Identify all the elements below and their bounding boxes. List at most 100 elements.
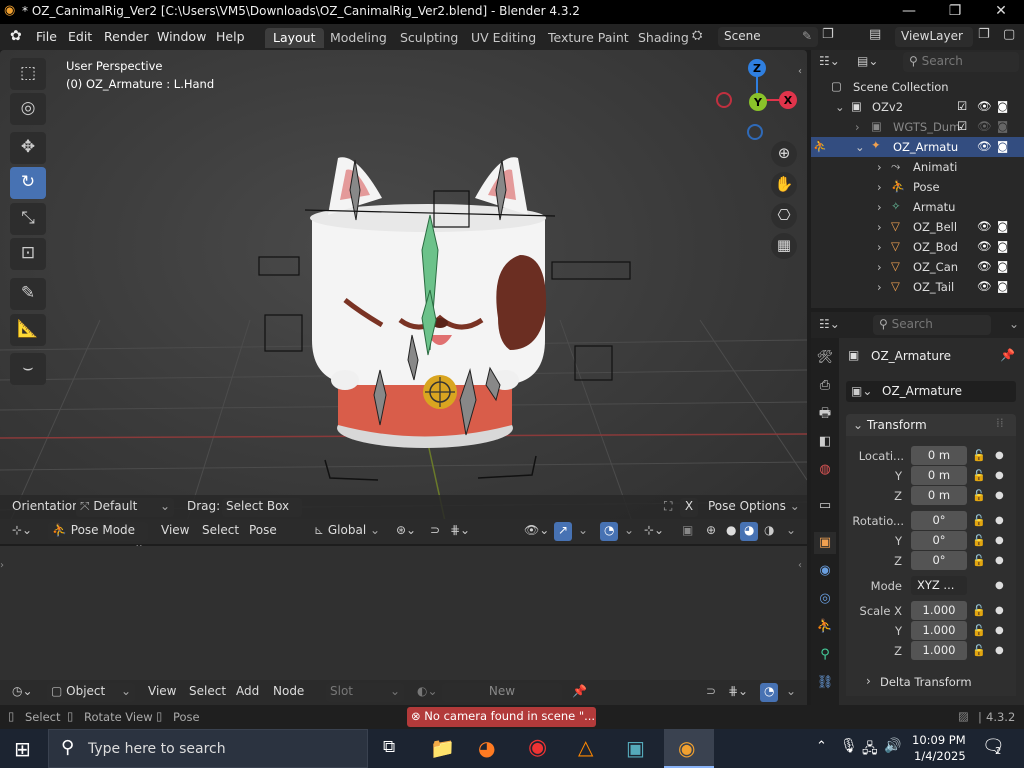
chevron-right-icon[interactable]: ›: [877, 160, 882, 174]
viewlayer-selector[interactable]: ViewLayer: [895, 27, 973, 47]
firefox-icon[interactable]: ◕: [478, 736, 495, 760]
chevron-down-icon[interactable]: ⌄: [620, 522, 638, 541]
lock-icon[interactable]: 🔓: [972, 514, 986, 527]
lock-icon[interactable]: 🔓: [972, 554, 986, 567]
rotation-mode-dropdown[interactable]: XYZ ... ⌄: [911, 576, 967, 611]
object-data-tab-icon[interactable]: ⛓: [814, 672, 836, 694]
chevron-down-icon[interactable]: ⌄: [835, 100, 845, 114]
keyframe-dot-icon[interactable]: ●: [995, 450, 1004, 461]
render-camera-icon[interactable]: ◙: [997, 119, 1008, 133]
xray-icon[interactable]: ▣: [678, 522, 697, 541]
lock-icon[interactable]: 🔓: [972, 624, 986, 637]
chevron-right-icon[interactable]: ›: [855, 120, 860, 134]
ortho-grid-icon[interactable]: ▦: [771, 233, 797, 259]
render-camera-icon[interactable]: ◙: [997, 219, 1008, 233]
tab-texture-paint[interactable]: Texture Paint: [540, 28, 637, 48]
eye-icon[interactable]: 👁: [977, 259, 992, 273]
chevron-right-icon[interactable]: ›: [877, 180, 882, 194]
menu-select[interactable]: Select: [198, 522, 243, 541]
location-z-field[interactable]: 0 m: [911, 486, 967, 505]
maximize-button[interactable]: ❐: [932, 0, 978, 24]
pan-hand-icon[interactable]: ✋: [771, 172, 797, 198]
constraint-tab-icon[interactable]: ⛹: [814, 616, 836, 638]
object-name-field[interactable]: ▣⌄ OZ_Armature: [846, 381, 1016, 402]
pin-icon[interactable]: 📌: [568, 683, 591, 702]
chevron-right-icon[interactable]: ›: [877, 280, 882, 294]
output-tab-icon[interactable]: 🖶: [814, 403, 836, 425]
lock-icon[interactable]: 🔓: [972, 534, 986, 547]
vlc-icon[interactable]: △: [578, 735, 593, 759]
tab-modeling[interactable]: Modeling: [322, 28, 395, 48]
keyframe-dot-icon[interactable]: ●: [995, 490, 1004, 501]
chevron-right-icon[interactable]: ›: [877, 260, 882, 274]
editor-type-icon[interactable]: ⊹⌄: [8, 522, 36, 541]
keyframe-dot-icon[interactable]: ●: [995, 625, 1004, 636]
chevron-right-icon[interactable]: ›: [877, 240, 882, 254]
tab-sculpting[interactable]: Sculpting: [392, 28, 466, 48]
chevron-down-icon[interactable]: ⌄: [782, 683, 800, 702]
eye-widget-right[interactable]: [551, 261, 631, 280]
blender-taskbar-button[interactable]: ◉: [664, 729, 714, 768]
menu-edit[interactable]: Edit: [68, 29, 92, 44]
tool-tab-icon[interactable]: 🛠: [814, 347, 836, 369]
node-menu-select[interactable]: Select: [185, 683, 230, 702]
blender-menu-icon[interactable]: ✿: [10, 28, 22, 44]
node-menu-view[interactable]: View: [144, 683, 180, 702]
measure-icon[interactable]: 📐: [10, 314, 46, 346]
render-camera-icon[interactable]: ◙: [997, 259, 1008, 273]
display-mode-icon[interactable]: ▤⌄: [857, 54, 878, 68]
lock-icon[interactable]: 🔓: [972, 449, 986, 462]
cursor-icon[interactable]: ◎: [10, 93, 46, 125]
rendered-shading-icon[interactable]: ◑: [760, 522, 778, 541]
keyframe-dot-icon[interactable]: ●: [995, 580, 1004, 591]
snap-target-icon[interactable]: ⋕⌄: [446, 522, 474, 541]
select-box-icon[interactable]: ⬚: [10, 58, 46, 90]
snap-target-icon[interactable]: ⋕⌄: [724, 683, 752, 702]
new-viewlayer-icon[interactable]: ❐: [978, 27, 990, 42]
tab-shading[interactable]: Shading: [630, 28, 697, 48]
outliner-row-oz-can[interactable]: › ▽ OZ_Can 👁 ◙: [811, 257, 1024, 277]
visibility-icon[interactable]: 👁⌄: [520, 522, 553, 541]
expand-left-icon[interactable]: ›: [0, 560, 4, 571]
scale-x-field[interactable]: 1.000: [911, 601, 967, 620]
material-browse-icon[interactable]: ◐⌄: [413, 683, 442, 702]
task-view-icon[interactable]: ⧉: [383, 737, 395, 757]
chevron-down-icon[interactable]: ⌄: [574, 522, 592, 541]
checkbox-icon[interactable]: ☑: [957, 119, 967, 133]
tray-chevron-up-icon[interactable]: ⌃: [816, 739, 827, 754]
properties-search[interactable]: ⚲ Search: [873, 315, 991, 335]
new-scene-icon[interactable]: ❐: [822, 27, 834, 42]
overlay-toggle-icon[interactable]: ◔: [760, 683, 779, 702]
tab-layout[interactable]: Layout: [265, 28, 324, 48]
slot-dropdown[interactable]: Slot ⌄: [326, 683, 404, 702]
eye-icon[interactable]: 👁: [977, 119, 992, 133]
x-mirror-toggle[interactable]: X: [680, 498, 698, 517]
material-shading-icon[interactable]: ◕: [740, 522, 759, 541]
editor-type-icon[interactable]: ◷⌄: [8, 683, 37, 702]
node-type-dropdown[interactable]: ▢ Object ⌄: [47, 683, 135, 702]
render-camera-icon[interactable]: ◙: [997, 139, 1008, 153]
transform-panel-header[interactable]: ⌄ Transform ⁞⁞: [846, 414, 1016, 436]
outliner-row-wgts[interactable]: › ▣ WGTS_Dum ☑ 👁 ◙: [811, 117, 1024, 137]
render-camera-icon[interactable]: ◙: [997, 279, 1008, 293]
outliner-row-scene-collection[interactable]: ▢ Scene Collection: [811, 77, 1024, 97]
minimize-button[interactable]: —: [886, 0, 932, 24]
left-foot-control[interactable]: [324, 459, 379, 481]
outliner-type-icon[interactable]: ☷⌄: [819, 54, 840, 68]
pose-options-button[interactable]: Pose Options ⌄: [704, 498, 804, 517]
drag-handle-icon[interactable]: ⁞⁞: [996, 416, 1004, 430]
media-player-icon[interactable]: ▣: [626, 736, 645, 760]
camera-view-icon[interactable]: ⎔: [771, 203, 797, 229]
lock-icon[interactable]: 🔓: [972, 604, 986, 617]
keyframe-dot-icon[interactable]: ●: [995, 535, 1004, 546]
chevron-down-icon[interactable]: ⌄: [855, 140, 865, 154]
object-browse-icon[interactable]: ▣⌄: [851, 384, 872, 398]
node-menu-add[interactable]: Add: [232, 683, 263, 702]
outliner-row-ozv2[interactable]: ⌄ ▣ OZv2 ☑ 👁 ◙: [811, 97, 1024, 117]
drag-dropdown[interactable]: Select Box ⌄: [222, 498, 302, 527]
tab-uv-editing[interactable]: UV Editing: [463, 28, 544, 48]
lock-icon[interactable]: 🔓: [972, 489, 986, 502]
clock-time[interactable]: 10:09 PM: [912, 733, 966, 747]
overlay-toggle-icon[interactable]: ◔: [600, 522, 619, 541]
checkbox-icon[interactable]: ☑: [957, 99, 967, 113]
